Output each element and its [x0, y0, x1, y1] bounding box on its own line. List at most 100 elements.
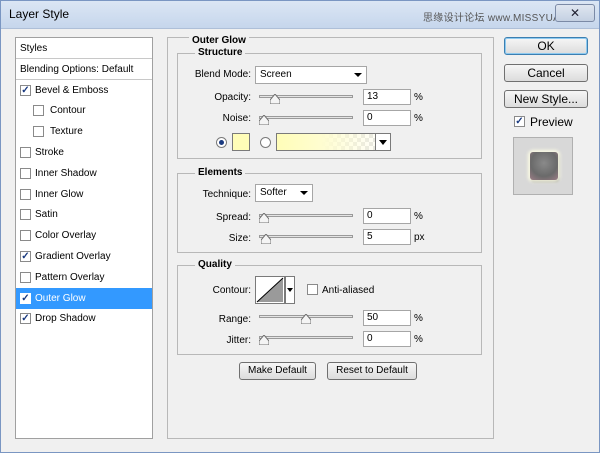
- gradient-radio[interactable]: [260, 137, 271, 148]
- structure-label: Structure: [195, 47, 246, 58]
- close-icon: ✕: [569, 6, 581, 20]
- preview-label: Preview: [530, 115, 573, 129]
- chevron-down-icon: [354, 73, 362, 77]
- make-default-button[interactable]: Make Default: [239, 362, 316, 380]
- style-item-label: Outer Glow: [35, 292, 86, 304]
- style-item-checkbox[interactable]: [20, 313, 31, 325]
- opacity-input[interactable]: 13: [363, 89, 411, 105]
- preview-checkbox[interactable]: [514, 116, 525, 127]
- style-item-checkbox[interactable]: [33, 105, 44, 117]
- size-label: Size:: [228, 233, 251, 244]
- opacity-slider-thumb[interactable]: [269, 94, 280, 104]
- noise-slider-thumb[interactable]: [259, 115, 269, 125]
- style-preview: [513, 137, 573, 195]
- noise-input[interactable]: 0: [363, 110, 411, 126]
- technique-select[interactable]: Softer: [255, 184, 313, 202]
- contour-picker[interactable]: [255, 276, 285, 304]
- contour-label: Contour:: [212, 285, 251, 296]
- style-item-color-overlay[interactable]: Color Overlay: [16, 225, 152, 246]
- glow-color-swatch[interactable]: [232, 133, 250, 151]
- style-item-contour[interactable]: Contour: [16, 100, 152, 121]
- title-bar[interactable]: Layer Style 思缘设计论坛 www.MISSYUAN.COM ✕: [1, 1, 599, 29]
- style-item-pattern-overlay[interactable]: Pattern Overlay: [16, 267, 152, 288]
- style-item-styles[interactable]: Styles: [16, 38, 152, 59]
- blend-mode-value: Screen: [260, 69, 292, 80]
- reset-to-default-button[interactable]: Reset to Default: [327, 362, 417, 380]
- jitter-slider-thumb[interactable]: [259, 335, 269, 345]
- solid-color-radio[interactable]: [216, 137, 227, 148]
- range-slider-thumb[interactable]: [301, 314, 311, 324]
- blend-mode-select[interactable]: Screen: [255, 66, 367, 84]
- jitter-unit: %: [414, 334, 423, 345]
- spread-unit: %: [414, 211, 423, 222]
- style-item-checkbox[interactable]: [20, 209, 31, 221]
- technique-label: Technique:: [202, 189, 251, 200]
- contour-dropdown-button[interactable]: [285, 276, 295, 304]
- spread-slider-track[interactable]: [259, 214, 353, 217]
- style-item-label: Stroke: [35, 147, 64, 158]
- style-item-checkbox[interactable]: [33, 126, 44, 138]
- contour-curve-icon: [256, 277, 284, 303]
- ok-button[interactable]: OK: [504, 37, 588, 55]
- blend-mode-label: Blend Mode:: [194, 69, 251, 80]
- style-item-inner-glow[interactable]: Inner Glow: [16, 184, 152, 205]
- panel-title: Outer Glow: [189, 35, 249, 46]
- glow-gradient-picker[interactable]: [276, 133, 388, 151]
- jitter-input[interactable]: 0: [363, 331, 411, 347]
- style-item-label: Gradient Overlay: [35, 251, 111, 262]
- elements-label: Elements: [195, 167, 246, 178]
- opacity-unit: %: [414, 92, 423, 103]
- size-input[interactable]: 5: [363, 229, 411, 245]
- style-item-checkbox[interactable]: [20, 230, 31, 242]
- gradient-dropdown-button[interactable]: [375, 133, 391, 151]
- quality-label: Quality: [195, 259, 235, 270]
- style-item-bevel-and-emboss[interactable]: Bevel & Emboss: [16, 80, 152, 101]
- noise-slider-track[interactable]: [259, 116, 353, 119]
- style-item-label: Inner Shadow: [35, 167, 97, 179]
- style-item-blending-options-default[interactable]: Blending Options: Default: [16, 59, 152, 80]
- style-item-checkbox[interactable]: [20, 271, 31, 283]
- noise-label: Noise:: [222, 113, 251, 124]
- style-item-inner-shadow[interactable]: Inner Shadow: [16, 163, 152, 184]
- style-item-label: Bevel & Emboss: [35, 84, 109, 96]
- style-item-label: Contour: [50, 105, 86, 117]
- style-item-stroke[interactable]: Stroke: [16, 142, 152, 163]
- window-title: Layer Style: [9, 7, 70, 21]
- spread-slider-thumb[interactable]: [259, 213, 269, 223]
- anti-aliased-checkbox[interactable]: [307, 284, 318, 295]
- style-item-checkbox[interactable]: [20, 84, 31, 96]
- style-item-checkbox[interactable]: [20, 167, 31, 179]
- style-item-label: Inner Glow: [35, 188, 84, 200]
- close-button[interactable]: ✕: [555, 4, 595, 22]
- preview-thumbnail: [530, 152, 558, 180]
- new-style-button[interactable]: New Style...: [504, 90, 588, 108]
- cancel-button[interactable]: Cancel: [504, 64, 588, 82]
- style-item-gradient-overlay[interactable]: Gradient Overlay: [16, 246, 152, 267]
- style-item-label: Satin: [35, 209, 58, 221]
- style-item-outer-glow[interactable]: Outer Glow: [16, 287, 152, 309]
- styles-list: Styles Blending Options: Default Bevel & E…: [15, 37, 153, 439]
- style-item-checkbox[interactable]: [20, 251, 31, 262]
- noise-unit: %: [414, 113, 423, 124]
- technique-value: Softer: [260, 187, 287, 198]
- jitter-label: Jitter:: [226, 335, 251, 346]
- style-item-checkbox[interactable]: [20, 188, 31, 200]
- style-item-texture[interactable]: Texture: [16, 121, 152, 142]
- jitter-slider-track[interactable]: [259, 336, 353, 339]
- style-item-checkbox[interactable]: [20, 147, 31, 158]
- style-item-label: Color Overlay: [35, 230, 97, 242]
- style-item-checkbox[interactable]: [20, 292, 31, 304]
- size-slider-thumb[interactable]: [260, 234, 271, 244]
- range-unit: %: [414, 313, 423, 324]
- style-item-label: Pattern Overlay: [35, 271, 105, 283]
- range-input[interactable]: 50: [363, 310, 411, 326]
- style-item-label: Blending Options: Default: [20, 63, 134, 75]
- style-item-drop-shadow[interactable]: Drop Shadow: [16, 308, 152, 329]
- spread-label: Spread:: [215, 212, 251, 223]
- style-item-label: Styles: [20, 43, 48, 54]
- style-item-satin[interactable]: Satin: [16, 204, 152, 225]
- layer-style-dialog: Layer Style 思缘设计论坛 www.MISSYUAN.COM ✕ St…: [0, 0, 600, 453]
- spread-input[interactable]: 0: [363, 208, 411, 224]
- size-slider-track[interactable]: [259, 235, 353, 238]
- range-label: Range:: [218, 314, 251, 325]
